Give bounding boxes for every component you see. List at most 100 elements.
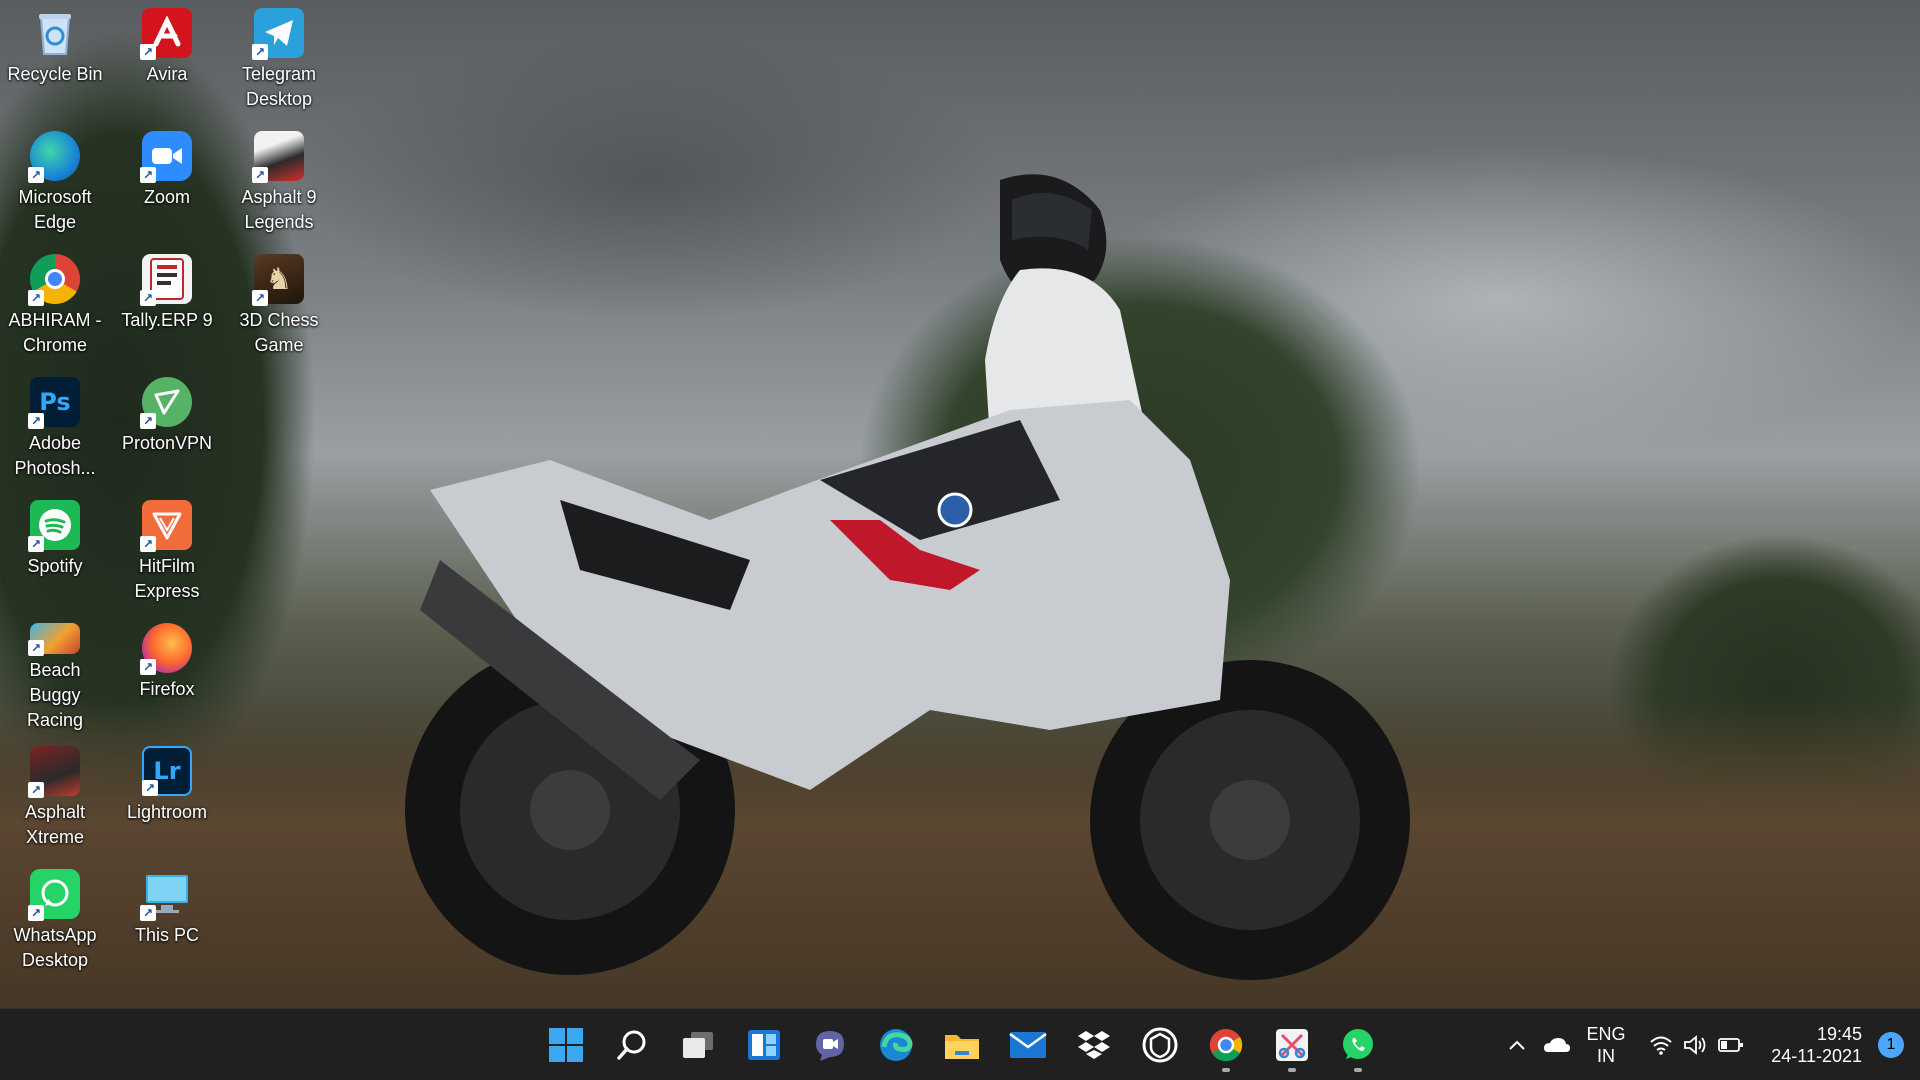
- edge-icon: [880, 1029, 913, 1061]
- notification-badge[interactable]: 1: [1878, 1032, 1904, 1058]
- whatsapp-icon: ↗: [28, 869, 80, 921]
- desktop-icon-abhiram-chrome[interactable]: ↗ ABHIRAM - Chrome: [3, 246, 107, 364]
- shortcut-arrow-icon: ↗: [140, 167, 156, 183]
- desktop-icon-firefox[interactable]: ↗ Firefox: [115, 615, 219, 733]
- taskbar-task-view-button[interactable]: [670, 1017, 726, 1073]
- battery-tray-button[interactable]: [1712, 1009, 1750, 1080]
- search-icon: [617, 1030, 646, 1060]
- desktop-icon-protonvpn[interactable]: ↗ ProtonVPN: [115, 369, 219, 487]
- desktop-icon-label: Recycle Bin: [7, 64, 103, 84]
- wifi-icon: [1650, 1036, 1672, 1055]
- desktop-icon-label: ProtonVPN: [121, 433, 213, 453]
- desktop-icon-zoom[interactable]: ↗ Zoom: [115, 123, 219, 241]
- zoom-icon: ↗: [140, 131, 192, 183]
- asphalt9-icon: ↗: [252, 131, 304, 183]
- shortcut-arrow-icon: ↗: [252, 44, 268, 60]
- desktop-icon-label: Lightroom: [126, 802, 208, 822]
- desktop-icon-label: Asphalt 9 Legends: [241, 187, 317, 232]
- system-tray: ENG IN 19:45 24-11-2021 1: [1498, 1009, 1920, 1080]
- shortcut-arrow-icon: ↗: [140, 413, 156, 429]
- desktop-icon-avira[interactable]: ↗ Avira: [115, 0, 219, 118]
- desktop-icon-adobe-photoshop[interactable]: Ps ↗ Adobe Photosh...: [3, 369, 107, 487]
- onedrive-tray-button[interactable]: [1536, 1009, 1576, 1080]
- desktop-icon-this-pc[interactable]: ↗ This PC: [115, 861, 219, 979]
- shortcut-arrow-icon: ↗: [140, 290, 156, 306]
- desktop-icon-label: 3D Chess Game: [239, 310, 319, 355]
- language-code: ENG: [1586, 1024, 1626, 1044]
- desktop-icon-label: HitFilm Express: [134, 556, 200, 601]
- language-indicator[interactable]: ENG IN: [1576, 1009, 1636, 1080]
- windows-start-icon: [549, 1028, 583, 1062]
- desktop-icon-beach-buggy-racing[interactable]: ↗ Beach Buggy Racing: [3, 615, 107, 733]
- desktop-icon-label: WhatsApp Desktop: [13, 925, 97, 970]
- notification-count: 1: [1886, 1036, 1896, 1053]
- taskbar-file-explorer-button[interactable]: [934, 1017, 990, 1073]
- shortcut-arrow-icon: ↗: [28, 536, 44, 552]
- taskbar-widgets-button[interactable]: [736, 1017, 792, 1073]
- taskbar-chat-button[interactable]: [802, 1017, 858, 1073]
- desktop-icon-spotify[interactable]: ↗ Spotify: [3, 492, 107, 610]
- desktop-icon-label: Telegram Desktop: [241, 64, 317, 109]
- tally-icon: ↗: [140, 254, 192, 306]
- cloud-icon: [1544, 1038, 1570, 1052]
- shortcut-arrow-icon: ↗: [28, 782, 44, 798]
- shortcut-arrow-icon: ↗: [28, 167, 44, 183]
- this-pc-icon: ↗: [140, 869, 192, 921]
- hitfilm-icon: ↗: [140, 500, 192, 552]
- running-indicator: [1222, 1068, 1230, 1072]
- desktop-icon-label: ABHIRAM - Chrome: [8, 310, 102, 355]
- wifi-tray-button[interactable]: [1644, 1009, 1678, 1080]
- desktop-icon-3d-chess-game[interactable]: ♞ ↗ 3D Chess Game: [227, 246, 331, 364]
- desktop-icon-label: Zoom: [143, 187, 190, 207]
- taskbar-chrome-button[interactable]: [1198, 1017, 1254, 1073]
- clock-button[interactable]: 19:45 24-11-2021: [1764, 1009, 1868, 1080]
- recycle-bin-icon: [30, 8, 80, 58]
- desktop-icon-label: Adobe Photosh...: [14, 433, 96, 478]
- widgets-icon: [748, 1030, 780, 1060]
- shortcut-arrow-icon: ↗: [28, 413, 44, 429]
- desktop-icon-lightroom[interactable]: Lr ↗ Lightroom: [115, 738, 219, 856]
- teams-chat-icon: [816, 1031, 844, 1061]
- chrome-icon: [1209, 1028, 1243, 1062]
- desktop-icon-label: Tally.ERP 9: [121, 310, 213, 330]
- shortcut-arrow-icon: ↗: [28, 290, 44, 306]
- taskbar-whatsapp-button[interactable]: [1330, 1017, 1386, 1073]
- shortcut-arrow-icon: ↗: [142, 780, 158, 796]
- running-indicator: [1288, 1068, 1296, 1072]
- taskbar: ENG IN 19:45 24-11-2021 1: [0, 1008, 1920, 1080]
- taskbar-dropbox-button[interactable]: [1066, 1017, 1122, 1073]
- shortcut-arrow-icon: ↗: [140, 536, 156, 552]
- desktop-area: Recycle Bin ↗ Microsoft Edge ↗ ABHIRAM -…: [0, 0, 1920, 1008]
- desktop-icon-hitfilm-express[interactable]: ↗ HitFilm Express: [115, 492, 219, 610]
- desktop-icon-asphalt9-legends[interactable]: ↗ Asphalt 9 Legends: [227, 123, 331, 241]
- firefox-icon: ↗: [140, 623, 192, 675]
- desktop-icon-microsoft-edge[interactable]: ↗ Microsoft Edge: [3, 123, 107, 241]
- clock-date: 24-11-2021: [1771, 1046, 1862, 1066]
- taskbar-pinned-apps: [538, 1009, 1386, 1080]
- taskbar-snipping-tool-button[interactable]: [1264, 1017, 1320, 1073]
- desktop-icon-whatsapp-desktop[interactable]: ↗ WhatsApp Desktop: [3, 861, 107, 979]
- desktop-icon-label: Spotify: [27, 556, 83, 576]
- desktop-icon-recycle-bin[interactable]: Recycle Bin: [3, 0, 107, 118]
- photoshop-icon: Ps ↗: [28, 377, 80, 429]
- taskbar-shield-app-button[interactable]: [1132, 1017, 1188, 1073]
- volume-tray-button[interactable]: [1678, 1009, 1712, 1080]
- show-hidden-icons-button[interactable]: [1498, 1009, 1536, 1080]
- desktop-icon-telegram-desktop[interactable]: ↗ Telegram Desktop: [227, 0, 331, 118]
- chess-icon: ♞ ↗: [252, 254, 304, 306]
- speaker-icon: [1684, 1035, 1706, 1055]
- taskbar-start-button[interactable]: [538, 1017, 594, 1073]
- whatsapp-icon: [1343, 1029, 1373, 1059]
- desktop-icon-label: Firefox: [139, 679, 195, 699]
- desktop-icon-tally-erp9[interactable]: ↗ Tally.ERP 9: [115, 246, 219, 364]
- taskbar-search-button[interactable]: [604, 1017, 660, 1073]
- taskbar-mail-button[interactable]: [1000, 1017, 1056, 1073]
- shortcut-arrow-icon: ↗: [252, 167, 268, 183]
- clock-time: 19:45: [1816, 1024, 1862, 1044]
- protonvpn-icon: ↗: [140, 377, 192, 429]
- desktop-icon-asphalt-xtreme[interactable]: ↗ Asphalt Xtreme: [3, 738, 107, 856]
- battery-icon: [1718, 1038, 1743, 1052]
- chrome-icon: ↗: [28, 254, 80, 306]
- telegram-icon: ↗: [252, 8, 304, 60]
- taskbar-edge-button[interactable]: [868, 1017, 924, 1073]
